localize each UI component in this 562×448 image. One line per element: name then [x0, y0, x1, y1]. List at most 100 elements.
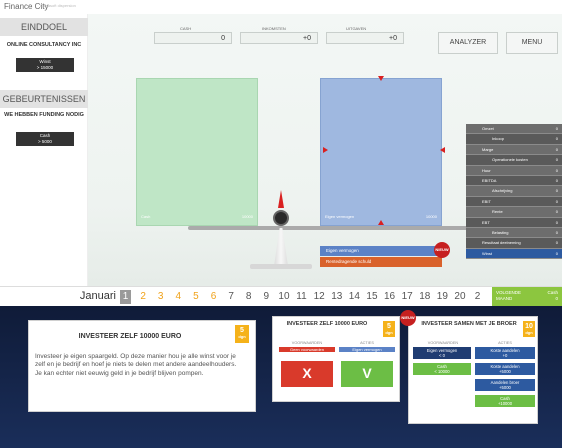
timeline-day[interactable]: 5	[190, 290, 201, 304]
timeline-day[interactable]: 10	[278, 290, 289, 304]
condition-cash: Cash < 10000	[413, 363, 471, 375]
timeline-day[interactable]: 2	[138, 290, 149, 304]
timeline-day[interactable]: 9	[261, 290, 272, 304]
statement-row: Belasting 0	[466, 227, 562, 239]
timeline-day[interactable]: 2	[472, 290, 483, 304]
brother-new-badge: NIEUW	[400, 310, 416, 326]
action-brother-shares: Aandelen broer +5000	[475, 379, 535, 391]
statement-row-value: 0	[555, 240, 558, 246]
income-label: INKOMSTEN	[262, 26, 286, 31]
app-titlebar: Finance City Lumasoft dispersion	[0, 0, 562, 14]
scale-post	[274, 228, 288, 266]
action-brother-shares-value: +5000	[499, 385, 511, 390]
statement-row-label: Rente	[492, 209, 503, 215]
goal-badge: Winst > 15000	[16, 58, 74, 72]
timeline-day[interactable]: 1	[120, 290, 131, 304]
menu-button[interactable]: MENU	[506, 32, 558, 54]
analyzer-button[interactable]: ANALYZER	[438, 32, 498, 54]
equity-bar-value: 10000	[425, 214, 437, 219]
action-cash: Cash +10000	[475, 395, 535, 407]
invest-self-cost-value: 5	[387, 323, 391, 330]
statement-row-value: 0	[555, 136, 558, 142]
statement-row-label: Marge	[482, 146, 494, 152]
statement-row-label: Operationele kosten	[492, 157, 528, 163]
statement-row: Winst 0	[466, 248, 562, 260]
statement-row-label: EBIT	[482, 198, 491, 204]
equity-bar: Eigen vermogen 10000	[320, 78, 442, 226]
income-statement: Omzet 0 Inkoop 0 Marge 0 Operationele kosten 0 H…	[466, 124, 562, 260]
timeline-day[interactable]: 20	[454, 290, 465, 304]
timeline-day[interactable]: 3	[155, 290, 166, 304]
timeline-day[interactable]: 8	[243, 290, 254, 304]
statement-row-value: 0	[555, 157, 558, 163]
investment-detail-cost-unit: dgn	[238, 334, 246, 339]
investment-detail-cost: 5 dgn	[235, 325, 249, 343]
timeline-day[interactable]: 7	[226, 290, 237, 304]
new-badge: NIEUW	[434, 242, 450, 258]
timeline-day[interactable]: 18	[419, 290, 430, 304]
timeline-day[interactable]: 15	[366, 290, 377, 304]
statement-row: Inkoop 0	[466, 134, 562, 145]
statement-row: Operationele kosten 0	[466, 155, 562, 166]
stack-equity: Eigen vermogen	[320, 246, 442, 256]
balance-scene: CASH 0 INKOMSTEN +0 UITGAVEN +0 ANALYZER…	[88, 14, 562, 286]
timeline-day[interactable]: 14	[349, 290, 360, 304]
equity-top-marker-icon	[378, 76, 384, 81]
statement-row-value: 0	[555, 250, 558, 256]
invest-self-actions-header: ACTIES	[360, 341, 374, 345]
next-month-label-2: MAAND	[496, 296, 513, 301]
actions-panel: INVESTEER ZELF 10000 EURO 5 dgn Investee…	[0, 306, 562, 448]
condition-equity-value: < 0	[439, 353, 445, 358]
statement-row: Resultaat deelneming 0	[466, 238, 562, 249]
condition-equity: Eigen vermogen < 0	[413, 347, 471, 359]
invest-self-cost: 5 dgn	[383, 321, 395, 337]
requirements-badge-value: > 5000	[38, 139, 52, 144]
statement-row-label: Belasting	[492, 229, 509, 235]
invest-self-title: INVESTEER ZELF 10000 EURO	[286, 321, 368, 327]
cash-label: CASH	[180, 26, 192, 31]
scale-beam	[188, 226, 470, 230]
statement-row: Marge 0	[466, 144, 562, 156]
invest-with-brother-actions-header: ACTIES	[498, 341, 512, 345]
app-subtitle: Lumasoft dispersion	[40, 3, 76, 8]
equity-right-marker-icon	[440, 147, 445, 153]
statement-row-label: Inkoop	[492, 136, 505, 142]
stack-interest-debt: Rentedragende schuld	[320, 257, 442, 267]
timeline-day[interactable]: 12	[314, 290, 325, 304]
investment-detail-title: INVESTEER ZELF 10000 EURO	[78, 333, 182, 340]
accept-button[interactable]: V	[341, 361, 393, 387]
timeline-day[interactable]: 17	[402, 290, 413, 304]
reject-button[interactable]: X	[281, 361, 333, 387]
statement-row-value: 0	[555, 188, 558, 194]
timeline-day[interactable]: 4	[173, 290, 184, 304]
invest-self-card[interactable]: INVESTEER ZELF 10000 EURO 5 dgn VOORWAAR…	[272, 316, 400, 402]
statement-row: Rente 0	[466, 207, 562, 218]
statement-row: Huur 0	[466, 165, 562, 176]
statement-row-label: Resultaat deelneming	[482, 240, 521, 246]
assets-bar-label: Cash	[141, 214, 151, 219]
invest-with-brother-cost-value: 10	[525, 323, 533, 330]
equity-bar-label: Eigen vermogen	[325, 214, 355, 219]
timeline-day[interactable]: 16	[384, 290, 395, 304]
cash-value: 0	[154, 32, 232, 44]
assets-bar: Cash 10000	[136, 78, 258, 226]
statement-row: EBT 0	[466, 217, 562, 228]
expense-label: UITGAVEN	[346, 26, 367, 31]
invest-self-cost-unit: dgn	[385, 330, 393, 335]
equity-bottom-marker-icon	[378, 220, 384, 225]
invest-with-brother-card[interactable]: INVESTEER SAMEN MET JE BROER 10 dgn VOOR…	[408, 316, 538, 424]
timeline-day[interactable]: 11	[296, 290, 307, 304]
statement-row-value: 0	[555, 177, 558, 183]
statement-row-label: Afschrijving	[492, 188, 513, 194]
requirements-badge: Cash > 5000	[16, 132, 74, 146]
current-month: Januari	[79, 290, 116, 302]
statement-row-label: Winst	[482, 250, 492, 256]
next-month-button[interactable]: VOLGENDE MAAND Cash 0	[492, 287, 562, 307]
statement-row-value: 0	[555, 146, 558, 152]
expense-value: +0	[326, 32, 404, 44]
timeline-day[interactable]: 19	[437, 290, 448, 304]
statement-row-label: Omzet	[482, 126, 494, 131]
timeline-day[interactable]: 6	[208, 290, 219, 304]
statement-row-label: EBT	[482, 219, 490, 225]
timeline-day[interactable]: 13	[331, 290, 342, 304]
